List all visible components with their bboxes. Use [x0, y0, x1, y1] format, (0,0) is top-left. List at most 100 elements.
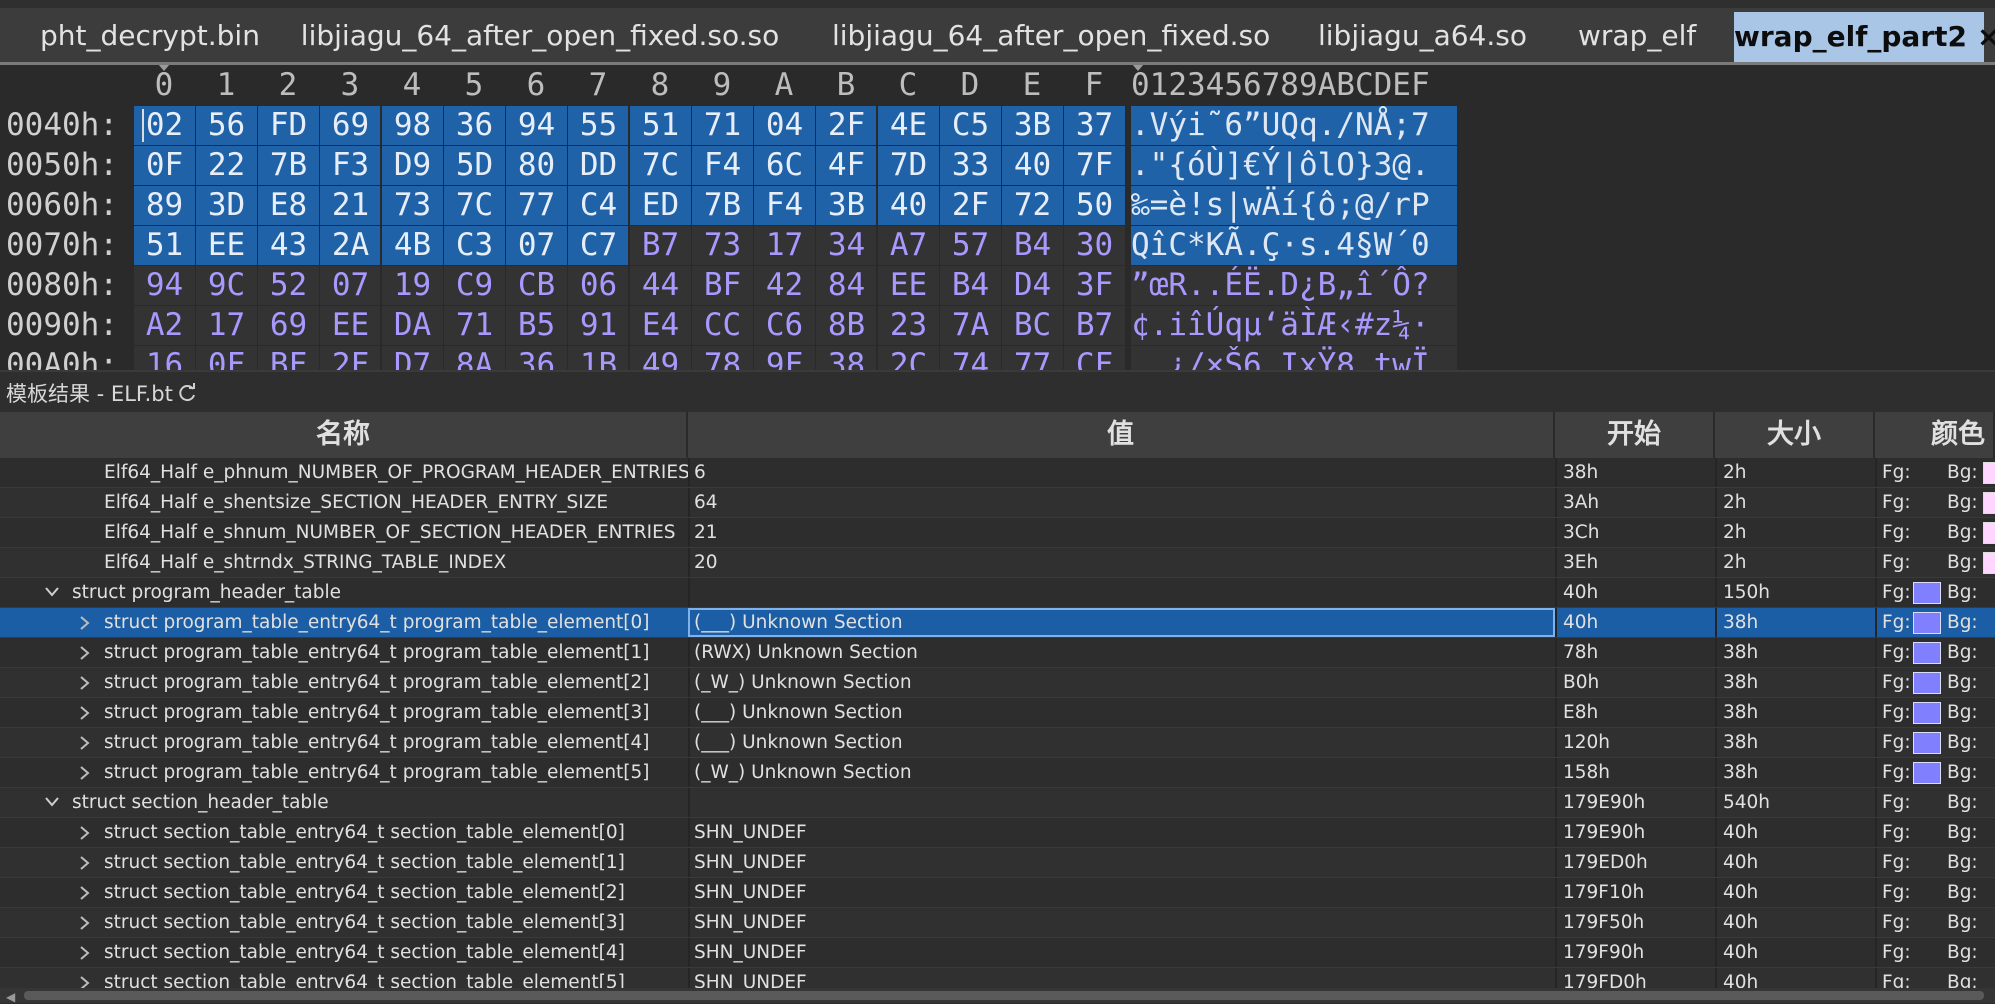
tab-0[interactable]: pht_decrypt.bin	[20, 10, 280, 62]
hex-byte[interactable]: 3F	[1064, 266, 1125, 305]
hex-byte[interactable]: 36	[506, 346, 567, 370]
hex-byte[interactable]: 17	[196, 306, 257, 345]
hex-byte[interactable]: D7	[382, 346, 443, 370]
hex-byte[interactable]: 89	[134, 186, 195, 225]
hex-byte[interactable]: EE	[320, 306, 381, 345]
hex-byte[interactable]: 19	[382, 266, 443, 305]
hex-byte[interactable]: 52	[258, 266, 319, 305]
chevron-down-icon[interactable]	[42, 788, 62, 817]
bg-color-swatch[interactable]	[1983, 462, 1995, 484]
fg-color-swatch[interactable]	[1913, 702, 1941, 724]
template-row[interactable]: struct program_table_entry64_t program_t…	[0, 668, 1995, 698]
hex-byte[interactable]: 44	[630, 266, 691, 305]
hex-byte[interactable]: DA	[382, 306, 443, 345]
hex-byte[interactable]: 55	[568, 106, 629, 145]
template-row[interactable]: struct section_table_entry64_t section_t…	[0, 818, 1995, 848]
scrollbar-thumb[interactable]	[24, 991, 1984, 1000]
tab-5[interactable]: wrap_elf_part2 ×	[1734, 12, 1995, 62]
bg-color-swatch[interactable]	[1983, 522, 1995, 544]
hex-byte[interactable]: 73	[382, 186, 443, 225]
tab-1[interactable]: libjiagu_64_after_open_fixed.so.so	[300, 10, 780, 62]
hex-byte[interactable]: 2A	[320, 226, 381, 265]
hex-byte[interactable]: 07	[506, 226, 567, 265]
hex-byte[interactable]: 6C	[754, 146, 815, 185]
hex-byte[interactable]: F4	[754, 186, 815, 225]
hex-byte[interactable]: C6	[754, 306, 815, 345]
hex-byte[interactable]: BC	[1002, 306, 1063, 345]
fg-color-swatch[interactable]	[1913, 612, 1941, 634]
template-row[interactable]: struct program_header_table 40h 150h Fg: Bg:	[0, 578, 1995, 608]
hex-byte[interactable]: 71	[444, 306, 505, 345]
hex-byte[interactable]: EE	[196, 226, 257, 265]
chevron-right-icon[interactable]	[74, 878, 94, 907]
ascii-row[interactable]: ¢.iîÚqµ‘äÌÆ‹#z¼·	[1131, 306, 1457, 345]
hex-byte[interactable]: 50	[1064, 186, 1125, 225]
template-row[interactable]: struct section_table_entry64_t section_t…	[0, 878, 1995, 908]
chevron-right-icon[interactable]	[74, 728, 94, 757]
hex-byte[interactable]: CF	[1064, 346, 1125, 370]
hex-byte[interactable]: ED	[630, 186, 691, 225]
template-row[interactable]: Elf64_Half e_shentsize_SECTION_HEADER_EN…	[0, 488, 1995, 518]
chevron-right-icon[interactable]	[74, 908, 94, 937]
hex-byte[interactable]: 74	[940, 346, 1001, 370]
hex-byte[interactable]: 1B	[568, 346, 629, 370]
template-row[interactable]: struct section_table_entry64_t section_t…	[0, 908, 1995, 938]
template-row[interactable]: struct section_table_entry64_t section_t…	[0, 938, 1995, 968]
ascii-row[interactable]: .Výi˜6”UQq./NÅ;7	[1131, 106, 1457, 145]
hex-editor-view[interactable]: 0 1 2 3 4 5 6 7 8 9 A B C D E F 0123456789ABCDEF 0040h: 02…	[0, 65, 1995, 370]
hex-byte[interactable]: 7D	[878, 146, 939, 185]
hex-byte[interactable]: C7	[568, 226, 629, 265]
hex-byte[interactable]: 3B	[816, 186, 877, 225]
hex-byte[interactable]: 69	[258, 306, 319, 345]
tab-3[interactable]: libjiagu_a64.so	[1318, 10, 1527, 62]
hex-byte[interactable]: 3B	[1002, 106, 1063, 145]
hex-byte[interactable]: 4E	[878, 106, 939, 145]
column-header-size[interactable]: 大小	[1715, 412, 1875, 458]
ascii-row[interactable]: ‰=è!s|wÄí{ô;@/rP	[1131, 186, 1457, 225]
ascii-row[interactable]: ..¿/×Š6.IxŸ8,twÏ	[1131, 346, 1457, 370]
hex-byte[interactable]: 43	[258, 226, 319, 265]
template-row[interactable]: struct program_table_entry64_t program_t…	[0, 728, 1995, 758]
hex-byte[interactable]: B5	[506, 306, 567, 345]
bg-color-swatch[interactable]	[1983, 492, 1995, 514]
hex-byte[interactable]: B7	[1064, 306, 1125, 345]
column-header-value[interactable]: 值	[688, 412, 1555, 458]
chevron-right-icon[interactable]	[74, 668, 94, 697]
hex-byte[interactable]: 7A	[940, 306, 1001, 345]
hex-byte[interactable]: 7B	[692, 186, 753, 225]
hex-byte[interactable]: C5	[940, 106, 1001, 145]
hex-byte[interactable]: 40	[1002, 146, 1063, 185]
hex-byte[interactable]: 73	[692, 226, 753, 265]
column-header-color[interactable]: 颜色	[1875, 412, 1995, 458]
hex-byte[interactable]: A2	[134, 306, 195, 345]
template-row[interactable]: struct program_table_entry64_t program_t…	[0, 608, 1995, 638]
fg-color-swatch[interactable]	[1913, 732, 1941, 754]
hex-byte[interactable]: 71	[692, 106, 753, 145]
column-header-name[interactable]: 名称	[0, 412, 688, 458]
hex-byte[interactable]: 7C	[444, 186, 505, 225]
hex-byte[interactable]: 2F	[320, 346, 381, 370]
hex-byte[interactable]: 80	[506, 146, 567, 185]
hex-byte[interactable]: 49	[630, 346, 691, 370]
hex-byte[interactable]: A7	[878, 226, 939, 265]
hex-byte[interactable]: 56	[196, 106, 257, 145]
fg-color-swatch[interactable]	[1913, 672, 1941, 694]
template-row[interactable]: Elf64_Half e_phnum_NUMBER_OF_PROGRAM_HEA…	[0, 458, 1995, 488]
hex-byte[interactable]: B4	[1002, 226, 1063, 265]
column-header-start[interactable]: 开始	[1555, 412, 1715, 458]
hex-byte[interactable]: 77	[506, 186, 567, 225]
hex-byte[interactable]: 30	[1064, 226, 1125, 265]
hex-byte[interactable]: 57	[940, 226, 1001, 265]
hex-byte[interactable]: FD	[258, 106, 319, 145]
hex-byte[interactable]: 98	[382, 106, 443, 145]
hex-byte[interactable]: 06	[568, 266, 629, 305]
hex-byte[interactable]: B7	[630, 226, 691, 265]
hex-byte[interactable]: D9	[382, 146, 443, 185]
horizontal-scrollbar[interactable]: ◀	[0, 988, 1995, 1004]
bg-color-swatch[interactable]	[1983, 552, 1995, 574]
hex-byte[interactable]: 16	[134, 346, 195, 370]
hex-byte[interactable]: 8B	[816, 306, 877, 345]
hex-byte[interactable]: BF	[258, 346, 319, 370]
tab-2[interactable]: libjiagu_64_after_open_fixed.so	[832, 10, 1270, 62]
ascii-row[interactable]: QîC*KÃ.Ç·s.4§W´0	[1131, 226, 1457, 265]
